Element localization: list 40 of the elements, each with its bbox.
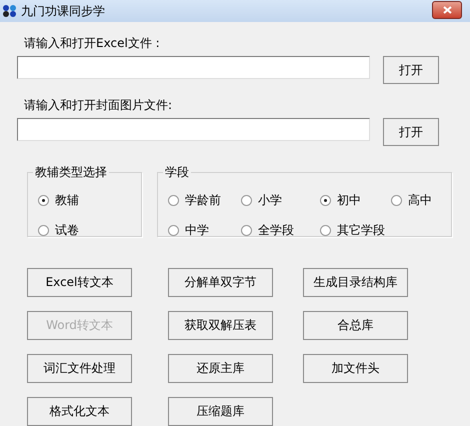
radio-option[interactable]: 初中 bbox=[320, 192, 391, 209]
app-icon bbox=[2, 4, 18, 18]
radio-option[interactable]: 中学 bbox=[168, 222, 241, 239]
open-button[interactable]: 打开 bbox=[383, 56, 439, 84]
radio-button[interactable] bbox=[38, 225, 49, 236]
open-button[interactable]: 打开 bbox=[383, 118, 439, 146]
action-button[interactable]: 格式化文本 bbox=[27, 397, 132, 426]
action-button[interactable]: 词汇文件处理 bbox=[27, 354, 132, 383]
window-title: 九门功课同步学 bbox=[21, 2, 106, 20]
field-label: 请输入和打开Excel文件 : bbox=[24, 36, 161, 50]
radio-button[interactable] bbox=[241, 195, 252, 206]
group-title: 学段 bbox=[164, 164, 190, 181]
close-icon bbox=[442, 6, 452, 14]
radio-button[interactable] bbox=[38, 195, 49, 206]
action-button[interactable]: 压缩题库 bbox=[168, 397, 273, 426]
action-button[interactable]: Excel转文本 bbox=[27, 268, 132, 297]
radio-option[interactable]: 小学 bbox=[241, 192, 320, 209]
action-button[interactable]: 还原主库 bbox=[168, 354, 273, 383]
radio-option[interactable]: 全学段 bbox=[241, 222, 320, 239]
action-button[interactable]: 获取双解压表 bbox=[168, 311, 273, 340]
action-button[interactable]: 加文件头 bbox=[303, 354, 408, 383]
input-field[interactable] bbox=[17, 56, 370, 79]
close-button[interactable] bbox=[432, 1, 462, 19]
field-label: 请输入和打开封面图片文件: bbox=[24, 98, 174, 112]
radio-option[interactable]: 高中 bbox=[391, 192, 451, 209]
radio-button[interactable] bbox=[168, 195, 179, 206]
radio-button[interactable] bbox=[320, 195, 331, 206]
action-button[interactable]: 合总库 bbox=[303, 311, 408, 340]
action-button[interactable]: 分解单双字节 bbox=[168, 268, 273, 297]
radio-option[interactable]: 教辅 bbox=[38, 192, 141, 209]
radio-option[interactable]: 学龄前 bbox=[168, 192, 241, 209]
radio-button[interactable] bbox=[391, 195, 402, 206]
radio-button[interactable] bbox=[241, 225, 252, 236]
input-field[interactable] bbox=[17, 118, 370, 141]
radio-button[interactable] bbox=[168, 225, 179, 236]
action-button[interactable]: 生成目录结构库 bbox=[303, 268, 408, 297]
group-title: 教辅类型选择 bbox=[34, 164, 108, 181]
radio-option[interactable]: 其它学段 bbox=[320, 222, 391, 239]
radio-button[interactable] bbox=[320, 225, 331, 236]
radio-option[interactable]: 试卷 bbox=[38, 222, 141, 239]
